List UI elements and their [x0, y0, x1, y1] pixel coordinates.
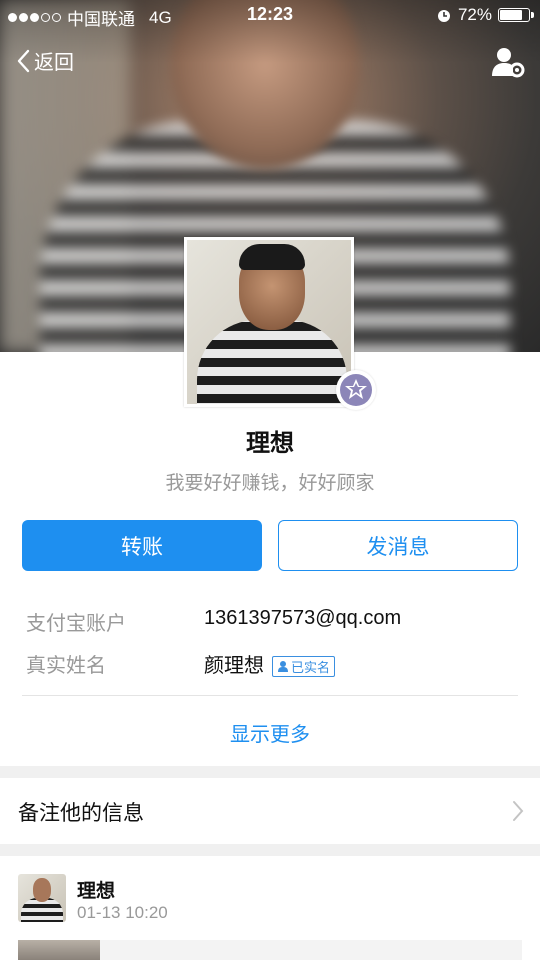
- profile-signature: 我要好好赚钱，好好顾家: [165, 473, 375, 494]
- realname-value-group: 颜理想 已实名: [204, 649, 336, 678]
- chevron-right-icon: [513, 801, 524, 821]
- verified-label: 已实名: [291, 660, 331, 676]
- feed-item[interactable]: 理想 01-13 10:20: [0, 856, 540, 960]
- verified-person-icon: [278, 661, 288, 673]
- send-message-button[interactable]: 发消息: [278, 520, 518, 571]
- membership-badge[interactable]: [336, 370, 376, 410]
- account-label: 支付宝账户: [26, 613, 126, 635]
- transfer-button[interactable]: 转账: [22, 520, 262, 571]
- remark-info-label: 备注他的信息: [18, 802, 144, 825]
- remark-info-row[interactable]: 备注他的信息: [0, 778, 540, 844]
- avatar[interactable]: [184, 237, 354, 407]
- divider: [22, 695, 518, 696]
- feed-author-name: 理想: [77, 881, 116, 902]
- back-button[interactable]: 返回: [16, 46, 74, 75]
- back-label: 返回: [34, 52, 74, 74]
- verified-badge: 已实名: [272, 656, 336, 678]
- account-value[interactable]: 1361397573@qq.com: [204, 607, 401, 630]
- realname-label: 真实姓名: [26, 655, 106, 677]
- battery-percent: 72%: [457, 5, 492, 24]
- membership-star-icon: [340, 374, 372, 406]
- status-bar: 中国联通 4G 12:23 72%: [0, 0, 540, 30]
- show-more-link[interactable]: 显示更多: [0, 718, 540, 747]
- realname-value: 颜理想: [204, 655, 264, 677]
- feed-avatar[interactable]: [18, 874, 66, 922]
- feed-content-preview: [100, 940, 522, 960]
- feed-photo[interactable]: [18, 940, 100, 960]
- user-settings-icon: [492, 48, 525, 78]
- battery-icon: [498, 8, 534, 22]
- alarm-icon: [437, 10, 450, 22]
- chevron-left-icon: [17, 49, 30, 72]
- profile-settings-button[interactable]: [490, 44, 526, 80]
- feed-timestamp: 01-13 10:20: [77, 903, 168, 922]
- profile-name: 理想: [246, 430, 294, 457]
